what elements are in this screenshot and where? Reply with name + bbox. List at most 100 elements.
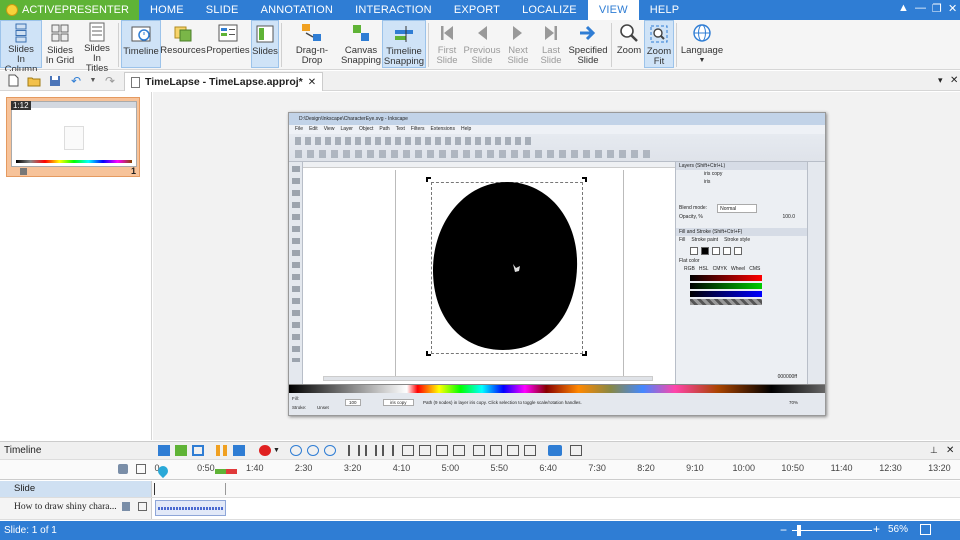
tl-select-icon[interactable] <box>158 445 170 456</box>
undo-icon[interactable]: ↶ <box>68 74 84 88</box>
drag-n-drop-button[interactable]: Drag-n-Drop <box>284 20 340 68</box>
tl-pause-icon[interactable] <box>216 445 228 456</box>
specified-slide-button[interactable]: Specified Slide <box>567 20 609 68</box>
tl-join-icon[interactable] <box>364 445 377 456</box>
stroke-indicator-value: Unset <box>317 405 329 410</box>
app-menu-button[interactable]: ACTIVEPRESENTER <box>0 0 139 20</box>
timeline-tick-label: 2:30 <box>294 463 313 473</box>
zoom-in-icon[interactable]: + <box>873 522 880 536</box>
resources-toggle-button[interactable]: Resources <box>160 20 206 68</box>
document-close-icon[interactable]: ✕ <box>950 75 958 86</box>
tl-record-icon[interactable] <box>259 445 271 456</box>
inkscape-commands-bar <box>807 162 825 384</box>
slide-track-bar[interactable] <box>154 483 226 495</box>
tl-insert-icon[interactable] <box>435 445 448 456</box>
media-clip[interactable] <box>155 500 226 516</box>
inkscape-menu-text: Text <box>395 126 405 132</box>
next-slide-button[interactable]: Next Slide <box>501 20 535 68</box>
tl-stop-icon[interactable] <box>233 445 245 456</box>
menu-annotation[interactable]: ANNOTATION <box>250 0 344 20</box>
undo-dropdown-icon[interactable]: ▼ <box>89 74 97 88</box>
opacity-box: 100 <box>345 399 361 406</box>
slides-in-column-button[interactable]: Slides In Column <box>0 20 42 75</box>
tl-settings-icon[interactable] <box>569 445 582 456</box>
timeline-toggle-button[interactable]: Timeline <box>121 20 161 68</box>
pane-close-icon[interactable]: ▾ <box>938 75 943 86</box>
document-tab[interactable]: TimeLapse - TimeLapse.approj* ✕ <box>124 72 324 91</box>
menu-slide[interactable]: SLIDE <box>195 0 250 20</box>
inkscape-menu-object: Object <box>358 126 374 132</box>
tl-expand-icon[interactable] <box>192 445 204 456</box>
tl-crop-icon[interactable] <box>401 445 414 456</box>
tl-cut-icon[interactable] <box>418 445 431 456</box>
menu-export[interactable]: EXPORT <box>443 0 511 20</box>
timeline-icon <box>130 23 152 45</box>
end-marker[interactable] <box>215 469 237 474</box>
restore-icon[interactable]: ❐ <box>932 2 942 15</box>
layer-iris: iris <box>704 179 711 185</box>
slides-toggle-button[interactable]: Slides <box>251 20 279 68</box>
hide-all-icon[interactable] <box>136 464 146 474</box>
inkscape-menu-extensions: Extensions <box>430 126 455 132</box>
slides-in-grid-button[interactable]: Slides In Grid <box>42 20 78 68</box>
minimize-icon[interactable]: — <box>915 2 926 14</box>
canvas-snapping-button[interactable]: Canvas Snapping <box>340 20 382 68</box>
first-slide-button[interactable]: First Slide <box>431 20 463 68</box>
zoom-slider-thumb[interactable] <box>797 525 801 536</box>
timeline-ruler[interactable]: 0 0:50 1:40 2:30 3:20 4:10 5:00 5:50 6:40 7:30 8:2… <box>0 460 960 480</box>
properties-toggle-button[interactable]: Properties <box>205 20 251 68</box>
canvas-snapping-label: Canvas Snapping <box>340 45 382 66</box>
slides-label: Slides <box>252 46 278 57</box>
last-slide-button[interactable]: Last Slide <box>535 20 567 68</box>
tl-speed-icon[interactable] <box>506 445 519 456</box>
tl-closed-caption-icon[interactable] <box>547 445 562 456</box>
tl-trim-icon[interactable] <box>381 445 394 456</box>
timeline-close-icon[interactable]: ✕ <box>946 445 954 456</box>
tl-record-dropdown-icon[interactable]: ▼ <box>273 447 280 454</box>
tl-zoom-fit-icon[interactable] <box>323 445 336 456</box>
zoom-button[interactable]: Zoom <box>614 20 644 68</box>
timeline-tick-label: 6:40 <box>539 463 557 473</box>
zoom-slider[interactable] <box>792 525 872 536</box>
close-icon[interactable]: ✕ <box>948 2 957 15</box>
fit-window-icon[interactable] <box>920 524 931 535</box>
tl-audio-icon[interactable] <box>472 445 485 456</box>
close-tab-icon[interactable]: ✕ <box>308 77 316 88</box>
track-visibility-icon[interactable] <box>138 502 147 511</box>
tl-zoom-in-icon[interactable] <box>289 445 302 456</box>
tl-ripple-icon[interactable] <box>175 445 187 456</box>
drag-n-drop-label: Drag-n-Drop <box>295 45 329 66</box>
save-icon[interactable] <box>47 74 63 88</box>
tl-more-icon[interactable] <box>523 445 536 456</box>
redo-icon[interactable]: ↷ <box>102 74 118 88</box>
tl-zoom-out-icon[interactable] <box>306 445 319 456</box>
zoom-fit-button[interactable]: Zoom Fit <box>644 20 674 68</box>
language-button[interactable]: Language ▼ <box>679 20 725 68</box>
menu-home[interactable]: HOME <box>139 0 195 20</box>
slide-audio-icon <box>20 168 27 175</box>
menu-interaction[interactable]: INTERACTION <box>344 0 443 20</box>
previous-slide-button[interactable]: Previous Slide <box>463 20 501 68</box>
slides-column-icon <box>10 23 32 43</box>
timeline-pin-icon[interactable]: ⊥ <box>930 445 938 456</box>
slide-thumbnail[interactable]: 1:12 1 <box>6 97 140 177</box>
new-file-icon[interactable] <box>5 74 21 88</box>
tl-delete-icon[interactable] <box>452 445 465 456</box>
menu-localize[interactable]: LOCALIZE <box>511 0 588 20</box>
menu-help[interactable]: HELP <box>639 0 691 20</box>
slides-grid-icon <box>49 22 71 44</box>
timeline-snapping-button[interactable]: Timeline Snapping <box>382 20 426 68</box>
timeline-snapping-label: Timeline Snapping <box>383 46 425 67</box>
lock-all-icon[interactable] <box>118 464 128 474</box>
track-lock-icon[interactable] <box>122 502 130 511</box>
slides-in-titles-button[interactable]: Slides In Titles <box>78 20 116 74</box>
tl-freeze-icon[interactable] <box>489 445 502 456</box>
menu-view[interactable]: VIEW <box>587 0 639 20</box>
zoom-out-icon[interactable]: − <box>780 523 787 537</box>
tl-split-icon[interactable] <box>347 445 360 456</box>
slide-track-label: Slide <box>0 481 152 497</box>
chevron-down-icon: ▼ <box>698 57 706 64</box>
ribbon-collapse-icon[interactable]: ▲ <box>898 2 909 14</box>
previous-slide-label: Previous Slide <box>463 45 501 66</box>
open-folder-icon[interactable] <box>26 74 42 88</box>
